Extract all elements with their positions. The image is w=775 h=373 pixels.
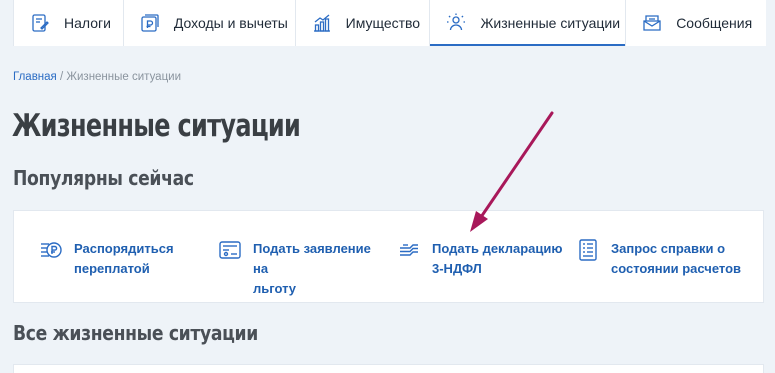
- label-line: льготу: [253, 281, 297, 296]
- breadcrumb-separator: /: [56, 71, 67, 83]
- label-line: 3-НДФЛ: [432, 261, 482, 276]
- breadcrumb: Главная / Жизненные ситуации: [13, 71, 181, 83]
- tab-messages[interactable]: Сообщения: [626, 0, 766, 46]
- popular-item-benefit-application[interactable]: Подать заявление на льготу: [219, 239, 389, 299]
- popular-section-title: Популярны сейчас: [13, 166, 194, 190]
- page-title: Жизненные ситуации: [12, 108, 301, 144]
- tab-label: Сообщения: [676, 15, 753, 31]
- popular-card: Распорядиться переплатой Подать заявлени…: [13, 210, 764, 303]
- breadcrumb-home-link[interactable]: Главная: [13, 71, 57, 83]
- breadcrumb-current: Жизненные ситуации: [66, 71, 182, 83]
- income-ruble-icon: [140, 13, 160, 33]
- tab-label: Налоги: [64, 15, 111, 31]
- tab-label: Жизненные ситуации: [480, 15, 621, 31]
- tax-document-icon: [30, 13, 50, 33]
- label-line: Запрос справки о: [611, 241, 726, 256]
- all-situations-card: [13, 364, 764, 373]
- tab-property[interactable]: Имущество: [296, 0, 431, 46]
- tab-label: Доходы и вычеты: [173, 15, 288, 31]
- top-nav: Налоги Доходы и вычеты Имущество Жизненн…: [13, 0, 766, 46]
- popular-item-label: Запрос справки о состоянии расчетов: [611, 239, 741, 279]
- page: Налоги Доходы и вычеты Имущество Жизненн…: [0, 0, 775, 373]
- label-line: переплатой: [74, 261, 150, 276]
- all-situations-title: Все жизненные ситуации: [13, 321, 258, 345]
- tab-income-deductions[interactable]: Доходы и вычеты: [124, 0, 296, 46]
- messages-icon: [642, 13, 662, 33]
- popular-item-label: Подать декларацию 3-НДФЛ: [432, 239, 562, 279]
- label-line: Распорядиться: [74, 241, 174, 256]
- tab-label: Имущество: [345, 15, 421, 31]
- popular-item-settlement-certificate[interactable]: Запрос справки о состоянии расчетов: [577, 239, 757, 279]
- popular-item-overpayment[interactable]: Распорядиться переплатой: [40, 239, 190, 279]
- application-form-icon: [219, 239, 241, 261]
- popular-item-label: Распорядиться переплатой: [74, 239, 174, 279]
- label-line: Подать заявление на: [253, 241, 371, 276]
- life-situations-icon: [446, 13, 466, 33]
- certificate-list-icon: [577, 239, 599, 261]
- ruble-coins-icon: [40, 239, 62, 261]
- property-chart-icon: [312, 13, 332, 33]
- declaration-icon: [398, 239, 420, 261]
- tab-taxes[interactable]: Налоги: [14, 0, 124, 46]
- label-line: состоянии расчетов: [611, 261, 742, 276]
- popular-item-label: Подать заявление на льготу: [253, 239, 389, 299]
- tab-life-situations[interactable]: Жизненные ситуации: [430, 0, 627, 46]
- label-line: Подать декларацию: [432, 241, 563, 256]
- popular-item-declaration[interactable]: Подать декларацию 3-НДФЛ: [398, 239, 568, 279]
